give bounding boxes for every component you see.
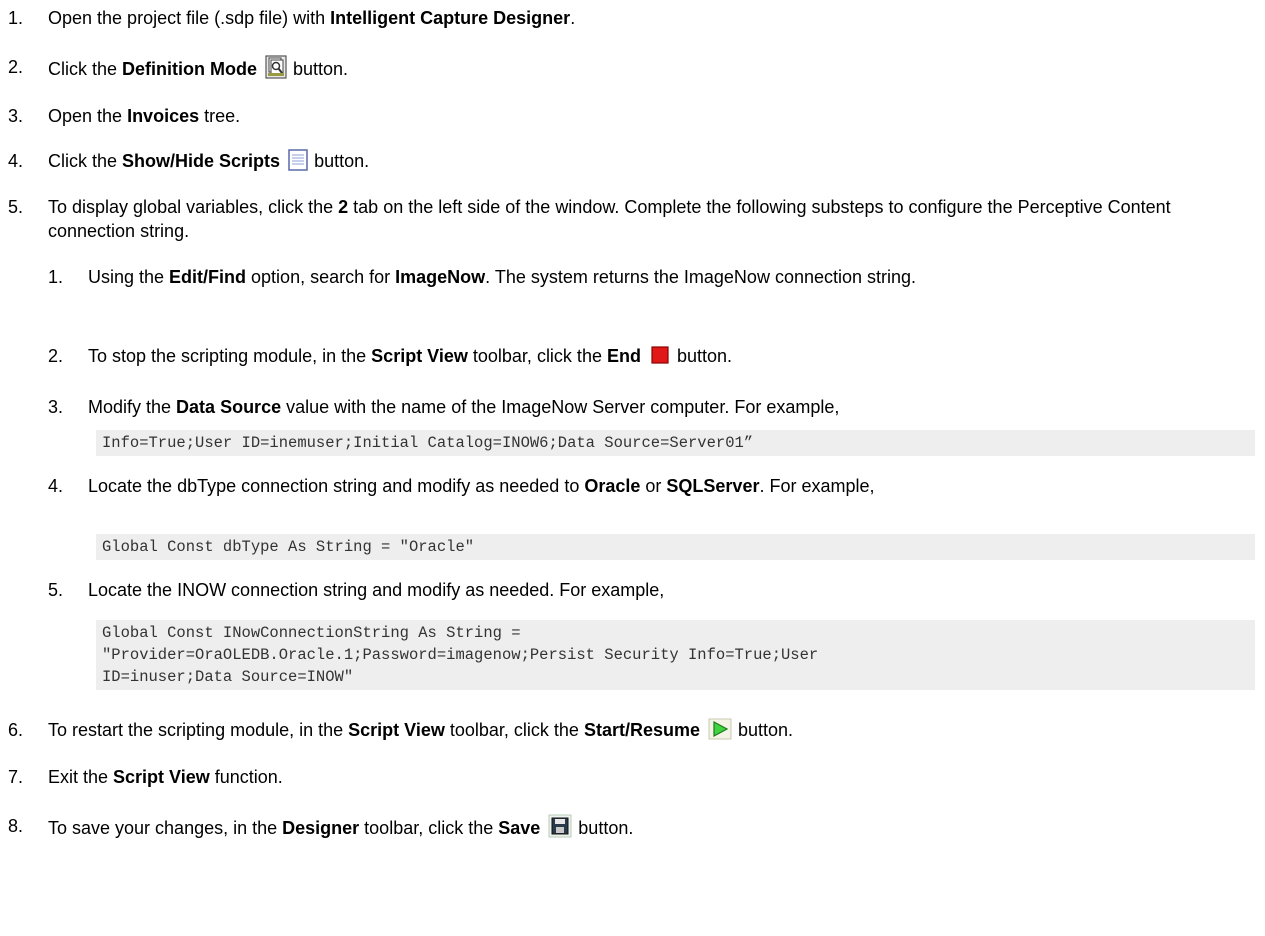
end-icon xyxy=(649,344,671,372)
step-number: 5. xyxy=(8,197,24,217)
show-hide-scripts-icon xyxy=(288,149,308,177)
substep-text: Locate the dbType connection string and … xyxy=(88,476,875,496)
step-number: 6. xyxy=(8,720,24,740)
step-number: 2. xyxy=(8,57,24,77)
step-text: To display global variables, click the 2… xyxy=(48,197,1171,241)
step-text: To save your changes, in the Designer to… xyxy=(48,814,1255,844)
substep-text: Locate the INOW connection string and mo… xyxy=(88,580,665,600)
step-number: 8. xyxy=(8,816,24,836)
step-text: To restart the scripting module, in the … xyxy=(48,718,1255,746)
step-number: 4. xyxy=(8,151,24,171)
substep-text: Modify the Data Source value with the na… xyxy=(88,397,840,417)
definition-mode-icon xyxy=(265,55,287,85)
step-number: 7. xyxy=(8,767,24,787)
start-resume-icon xyxy=(708,718,732,746)
code-example-connection-string: Global Const INowConnectionString As Str… xyxy=(96,620,1255,690)
step-number: 3. xyxy=(8,106,24,126)
code-example-dbtype: Global Const dbType As String = "Oracle" xyxy=(96,534,1255,560)
substep-number: 1. xyxy=(48,267,64,287)
step-text: Open the project file (.sdp file) with I… xyxy=(48,8,576,28)
step-text: Click the Show/Hide Scripts button. xyxy=(48,149,1255,177)
step-number: 1. xyxy=(8,8,24,28)
substep-text: Using the Edit/Find option, search for I… xyxy=(88,267,917,287)
substep-number: 4. xyxy=(48,476,64,496)
step-text: Open the Invoices tree. xyxy=(48,106,241,126)
substep-text: To stop the scripting module, in the Scr… xyxy=(88,344,1255,372)
step-text: Click the Definition Mode button. xyxy=(48,55,1255,85)
substep-number: 5. xyxy=(48,580,64,600)
step-text: Exit the Script View function. xyxy=(48,767,283,787)
save-icon xyxy=(548,814,572,844)
substep-number: 2. xyxy=(48,346,64,366)
substep-number: 3. xyxy=(48,397,64,417)
code-example-data-source: Info=True;User ID=inemuser;Initial Catal… xyxy=(96,430,1255,456)
